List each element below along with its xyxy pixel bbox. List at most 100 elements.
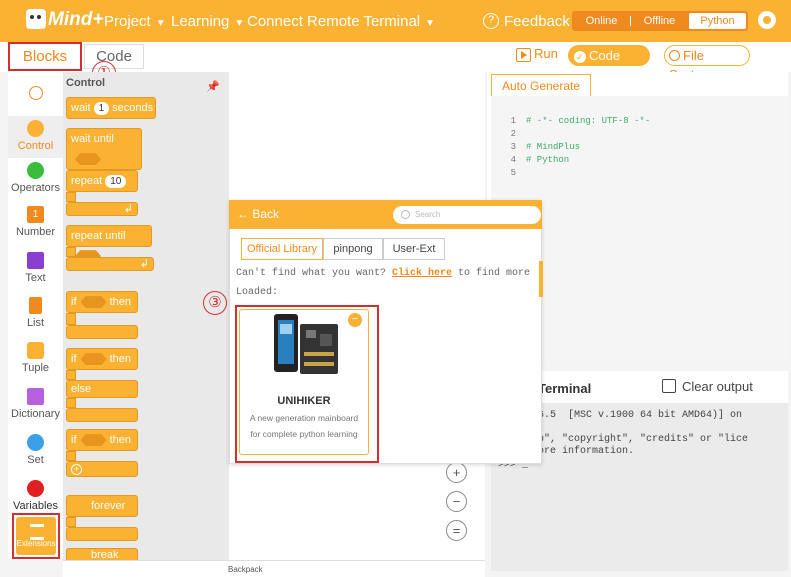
condition-slot	[80, 353, 107, 366]
backpack-label[interactable]: Backpack	[228, 565, 266, 574]
pin-icon[interactable]: 📌	[206, 80, 220, 93]
menu-learning[interactable]: Learning ▼	[171, 13, 244, 30]
tab-pinpong[interactable]: pinpong	[323, 238, 383, 260]
mode-python[interactable]: Python	[689, 13, 746, 29]
dictionary-icon	[27, 388, 44, 405]
block-if-2-foot: +	[66, 461, 138, 477]
block-repeat-until-foot: ↲	[66, 257, 154, 271]
category-operators[interactable]: Operators	[8, 162, 63, 194]
block-else-arm	[66, 398, 76, 408]
block-if-else-arm	[66, 370, 76, 380]
run-button[interactable]: Run	[516, 46, 558, 62]
block-repeat-foot: ↲	[66, 202, 138, 216]
code-line-5: 5	[510, 168, 516, 178]
extension-description: A new generation mainboard for complete p…	[249, 413, 359, 439]
number-icon: 1	[27, 206, 44, 223]
control-dot-icon	[27, 120, 44, 137]
code-line-1: 1 # -*- coding: UTF-8 -*-	[510, 116, 651, 126]
condition-slot	[80, 296, 107, 309]
caret-down-icon: ▼	[425, 18, 436, 29]
cant-find-text: Can't find what you want? Click here to …	[236, 268, 531, 279]
tab-code[interactable]: Code	[84, 44, 144, 69]
question-icon[interactable]: ?	[483, 13, 499, 29]
category-sidebar: Control Operators 1 Number Text List Tupl…	[8, 72, 63, 560]
text-icon	[27, 252, 44, 269]
menu-project[interactable]: Project ▼	[104, 13, 166, 30]
wait-seconds-value[interactable]: 1	[93, 102, 110, 115]
mind-plus-logo-icon	[26, 9, 46, 29]
caret-down-icon: ▼	[155, 18, 166, 29]
clear-output-button[interactable]: Clear output	[662, 379, 753, 394]
block-repeat[interactable]: repeat 10	[66, 170, 138, 192]
unihiker-board-image	[274, 314, 338, 374]
condition-slot	[75, 153, 101, 166]
category-dictionary[interactable]: Dictionary	[8, 388, 63, 420]
category-set[interactable]: Set	[8, 434, 63, 466]
block-if-then-2[interactable]: if then	[66, 429, 138, 451]
zoom-out-button[interactable]: −	[446, 491, 467, 512]
mode-switch: Online Offline Python	[572, 11, 748, 31]
back-button[interactable]: ← Back	[237, 207, 279, 221]
block-wait-until[interactable]: wait until	[66, 128, 142, 170]
zoom-reset-button[interactable]: =	[446, 520, 467, 541]
arrow-left-icon: ←	[237, 207, 253, 221]
annotation-marker-3: ③	[203, 291, 227, 315]
tab-blocks[interactable]: Blocks	[8, 42, 82, 71]
list-icon	[29, 297, 42, 314]
search-category[interactable]	[8, 86, 63, 100]
mode-offline[interactable]: Offline	[631, 12, 688, 30]
tab-user-ext[interactable]: User-Ext	[383, 238, 445, 260]
library-search-input[interactable]: Search	[393, 206, 541, 224]
menu-connect-remote-terminal[interactable]: Connect Remote Terminal ▼	[247, 13, 435, 30]
block-forever-arm	[66, 517, 76, 527]
block-if-then[interactable]: if then	[66, 291, 138, 313]
condition-slot	[80, 434, 107, 447]
block-else-label: else	[66, 380, 138, 398]
code-area-toggle[interactable]: ✓Code Area	[568, 45, 650, 84]
operators-dot-icon	[27, 162, 44, 179]
loaded-label: Loaded:	[236, 287, 279, 298]
feedback-link[interactable]: Feedback	[504, 13, 570, 30]
gear-icon[interactable]	[758, 11, 776, 29]
code-line-4: 4 # Python	[510, 155, 570, 165]
play-icon	[516, 47, 531, 62]
code-line-3: 3 # MindPlus	[510, 142, 581, 152]
category-variables[interactable]: Variables	[8, 480, 63, 512]
category-number[interactable]: 1 Number	[8, 206, 63, 238]
zoom-in-button[interactable]: +	[446, 462, 467, 483]
extension-name: UNIHIKER	[277, 395, 331, 407]
category-list[interactable]: List	[8, 297, 63, 329]
tab-auto-generate[interactable]: Auto Generate	[491, 74, 591, 96]
remove-extension-icon[interactable]: −	[348, 313, 362, 327]
backpack-bar[interactable]	[63, 560, 485, 577]
terminal-line-3: more information.	[526, 446, 635, 457]
extensions-icon: Extensions	[16, 517, 56, 555]
block-if-arm	[66, 313, 76, 325]
radio-icon	[669, 50, 680, 61]
category-text[interactable]: Text	[8, 252, 63, 284]
block-repeat-arm	[66, 192, 76, 202]
app-logo: Mind+	[48, 9, 104, 30]
mode-online[interactable]: Online	[573, 12, 630, 30]
file-system-toggle[interactable]: File System	[664, 45, 750, 82]
block-forever[interactable]: forever	[66, 495, 138, 517]
block-repeat-until-arm	[66, 247, 76, 257]
category-control[interactable]: Control	[8, 116, 63, 158]
terminal-line-1: 3.6.5 [MSC v.1900 64 bit AMD64)] on	[526, 410, 743, 421]
block-if-else[interactable]: if then	[66, 348, 138, 370]
block-wait-seconds[interactable]: wait 1 seconds	[66, 97, 156, 119]
block-if-2-arm	[66, 451, 76, 461]
library-scrollbar[interactable]	[539, 261, 543, 297]
tab-official-library[interactable]: Official Library	[241, 238, 323, 260]
repeat-count-value[interactable]: 10	[105, 175, 127, 188]
block-forever-foot	[66, 527, 138, 541]
extensions-button[interactable]: Extensions	[12, 513, 60, 559]
code-line-2: 2	[510, 129, 516, 139]
plus-circle-icon[interactable]: +	[71, 464, 82, 475]
variables-dot-icon	[27, 480, 44, 497]
terminal-title: Terminal	[538, 381, 592, 396]
click-here-link[interactable]: Click here	[392, 268, 452, 279]
block-repeat-until[interactable]: repeat until	[66, 225, 152, 263]
category-tuple[interactable]: Tuple	[8, 342, 63, 374]
block-if-foot	[66, 325, 138, 339]
